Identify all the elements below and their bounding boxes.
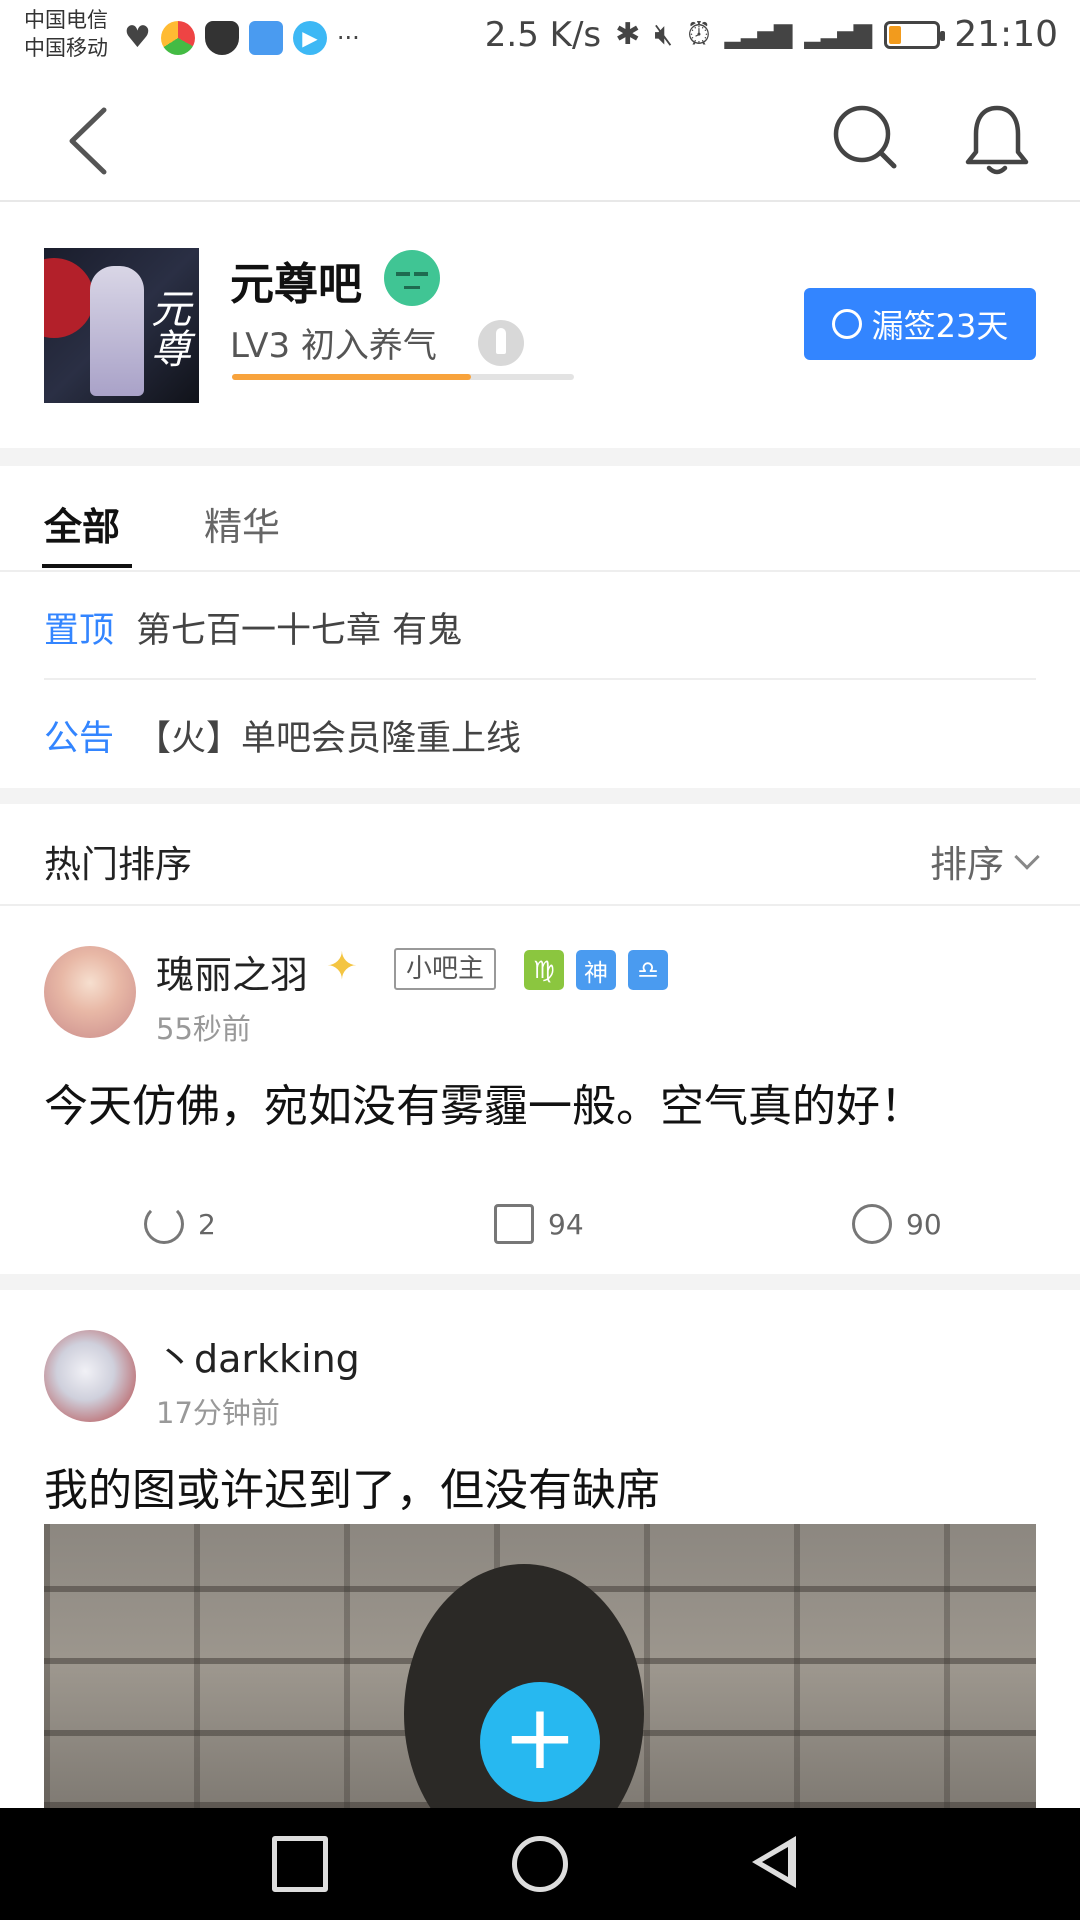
tab-featured[interactable]: 精华 — [204, 496, 280, 551]
forum-avatar[interactable]: 元尊 — [44, 248, 199, 403]
system-status: 2.5 K/s ✱ 🔇︎ ⏰︎ ▂▃▅▇ ▂▃▅▇ 21:10 — [485, 14, 1058, 55]
post-username[interactable]: 瑰丽之羽 — [156, 944, 308, 999]
forum-name: 元尊吧 — [230, 259, 362, 310]
libra-badge-icon: ♎ — [628, 950, 668, 990]
share-icon — [144, 1204, 184, 1244]
comment-button[interactable]: 94 — [494, 1204, 584, 1244]
divider — [44, 678, 1036, 680]
sort-button[interactable]: 排序 — [930, 834, 1040, 888]
avatar[interactable] — [44, 946, 136, 1038]
mood-face-icon[interactable] — [384, 250, 440, 306]
comment-count: 94 — [548, 1207, 584, 1241]
signal-4g-icon: ▂▃▅▇ — [724, 20, 793, 49]
system-nav-bar — [0, 1808, 1080, 1920]
bluetooth-icon: ✱ — [615, 17, 641, 52]
post-content[interactable]: 我的图或许迟到了，但没有缺席 — [44, 1454, 660, 1518]
virgo-badge-icon: ♍ — [524, 950, 564, 990]
shield-icon — [204, 20, 239, 55]
video-icon: ▶ — [292, 20, 327, 55]
active-tab-indicator — [42, 564, 132, 568]
god-badge-icon: 神 — [576, 950, 616, 990]
new-post-fab[interactable]: + — [480, 1682, 600, 1802]
post-content[interactable]: 今天仿佛，宛如没有雾霾一般。空气真的好！ — [44, 1070, 924, 1134]
clock: 21:10 — [954, 14, 1058, 55]
announcement-tag: 公告 — [44, 718, 115, 759]
section-divider — [0, 788, 1080, 804]
sort-label: 排序 — [930, 843, 1004, 886]
xp-progress-fill — [232, 374, 472, 380]
more-icon: ··· — [336, 23, 360, 52]
search-icon[interactable] — [830, 102, 900, 172]
share-count: 2 — [198, 1207, 216, 1241]
pinned-title: 第七百一十七章 有鬼 — [136, 610, 463, 651]
back-button[interactable] — [752, 1836, 796, 1888]
share-button[interactable]: 2 — [144, 1204, 216, 1244]
alarm-icon: ⏰︎ — [687, 17, 711, 52]
card-icon — [248, 20, 283, 55]
post-time: 17分钟前 — [156, 1396, 280, 1430]
sign-in-button[interactable]: 漏签23天 — [804, 288, 1036, 360]
rocket-icon[interactable] — [478, 320, 524, 366]
sparkle-icon: ✦ — [326, 944, 358, 988]
top-nav — [0, 80, 1080, 202]
sort-title: 热门排序 — [44, 843, 192, 886]
forum-header: 元尊 元尊吧 LV3 初入养气 漏签23天 — [0, 204, 1080, 448]
like-icon — [852, 1204, 892, 1244]
bell-icon[interactable] — [962, 102, 1032, 178]
carrier-info: 中国电信 中国移动 — [24, 6, 108, 62]
like-count: 90 — [906, 1207, 942, 1241]
sort-row: 热门排序 排序 — [0, 804, 1080, 906]
battery-icon — [884, 20, 946, 49]
pinned-tag: 置顶 — [44, 610, 115, 651]
role-badge: 小吧主 — [394, 948, 497, 990]
post-username[interactable]: 丶darkking — [156, 1328, 360, 1383]
recents-button[interactable] — [272, 1836, 328, 1892]
pinned-post[interactable]: 置顶 第七百一十七章 有鬼 — [44, 574, 1036, 680]
section-divider — [0, 448, 1080, 466]
section-divider — [0, 1274, 1080, 1290]
chevron-down-icon — [1014, 844, 1040, 870]
announcement-title: 【火】单吧会员隆重上线 — [136, 718, 522, 759]
announcement-post[interactable]: 公告 【火】单吧会员隆重上线 — [44, 682, 1036, 788]
chrome-icon — [160, 20, 195, 55]
tab-all[interactable]: 全部 — [44, 496, 120, 551]
mute-icon: 🔇︎ — [654, 17, 674, 52]
carrier-2: 中国移动 — [24, 36, 108, 60]
back-chevron-icon[interactable] — [60, 106, 120, 176]
signal-2g-icon: ▂▃▅▇ — [804, 20, 872, 49]
avatar[interactable] — [44, 1330, 136, 1422]
sign-in-icon — [831, 309, 862, 339]
network-speed: 2.5 K/s — [484, 14, 602, 55]
sign-in-label: 漏签23天 — [871, 307, 1009, 345]
post-time: 55秒前 — [156, 1012, 251, 1046]
carrier-1: 中国电信 — [24, 8, 108, 32]
home-button[interactable] — [512, 1836, 568, 1892]
notification-icons: ♥ ▶ ··· — [124, 20, 360, 55]
like-button[interactable]: 90 — [852, 1204, 942, 1244]
forum-level: LV3 初入养气 — [230, 326, 437, 366]
comment-icon — [494, 1204, 534, 1244]
heartbeat-icon: ♥ — [124, 20, 151, 55]
status-bar: 中国电信 中国移动 ♥ ▶ ··· 2.5 K/s ✱ 🔇︎ ⏰︎ ▂▃▅▇ ▂… — [0, 0, 1080, 80]
tab-bar: 全部 精华 — [0, 466, 1080, 572]
xp-progress-bar — [232, 374, 574, 380]
